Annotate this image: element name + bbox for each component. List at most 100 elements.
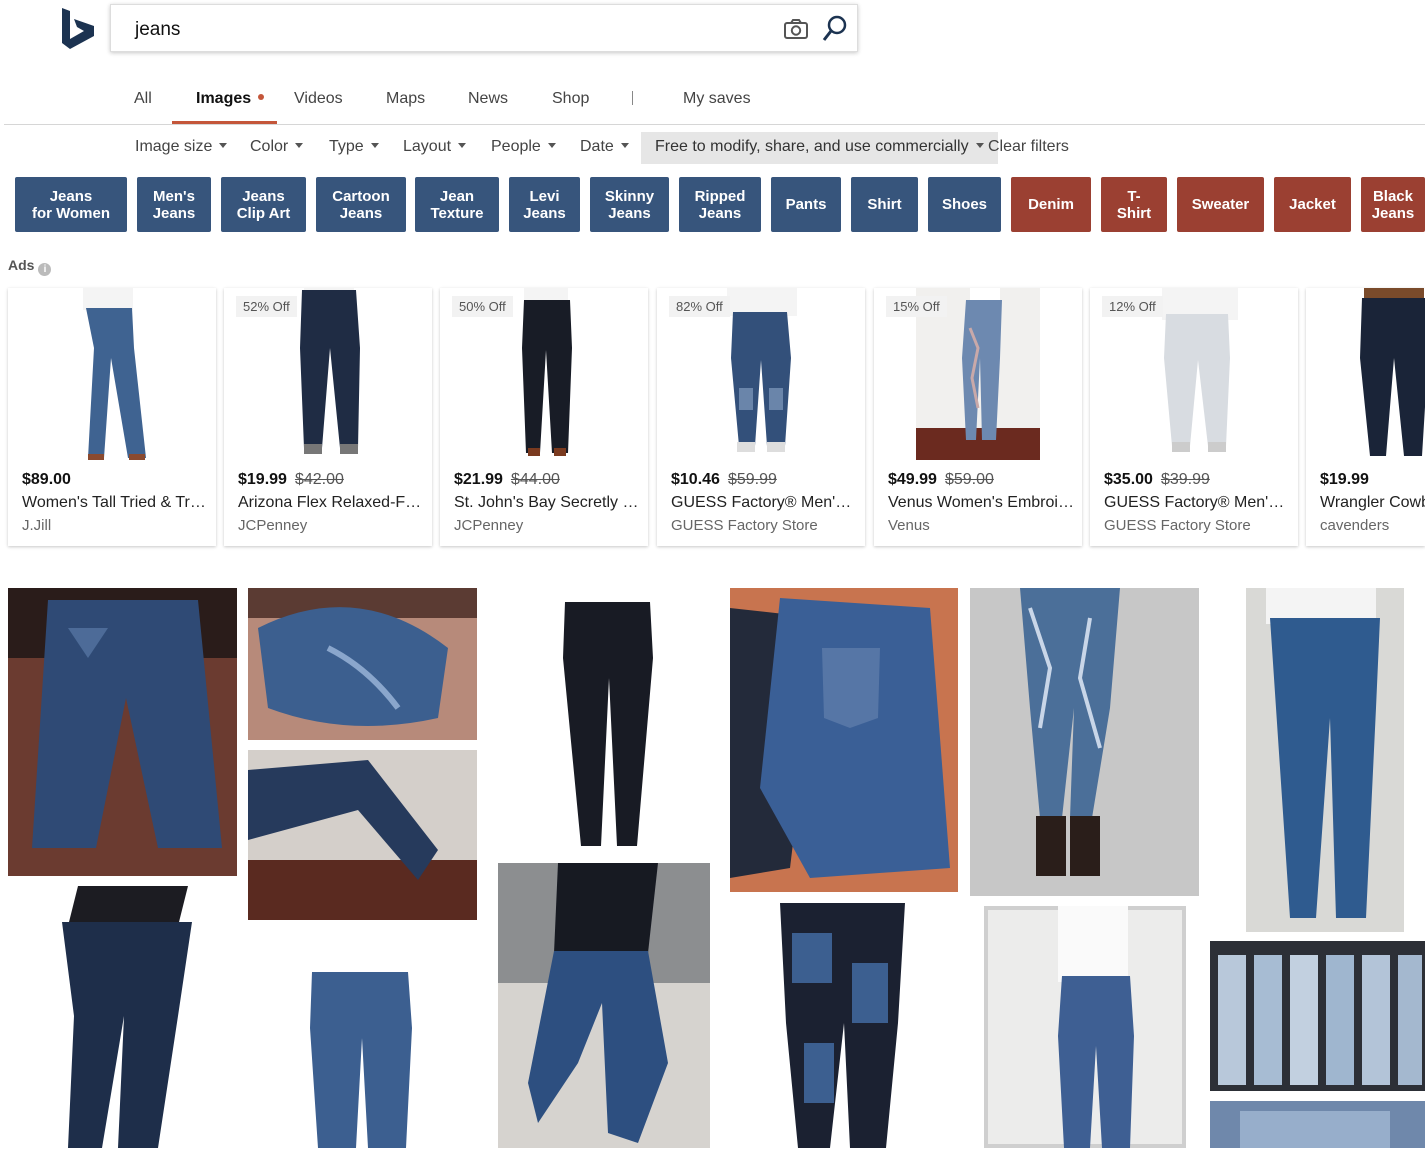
search-icon[interactable] xyxy=(821,14,849,44)
product-image xyxy=(8,288,216,463)
tab-news[interactable]: News xyxy=(468,88,508,124)
product-name: Venus Women's Embroidered Jeans xyxy=(888,494,1074,511)
filter-image-size-label: Image size xyxy=(135,138,213,155)
filter-image-size[interactable]: Image size xyxy=(135,138,228,156)
search-box[interactable]: jeans xyxy=(110,4,858,52)
tab-videos[interactable]: Videos xyxy=(294,88,343,124)
chip-skinny-jeans[interactable]: Skinny Jeans xyxy=(590,177,669,232)
caret-down-icon xyxy=(295,143,304,148)
nav-tabs: All Images Videos Maps News Shop My save… xyxy=(0,88,1425,124)
product-name: GUESS Factory® Men's Jeans xyxy=(1104,494,1290,511)
product-name: GUESS Factory® Men's Jeans xyxy=(671,494,857,511)
product-name: St. John's Bay Secretly Slender Jeans xyxy=(454,494,640,511)
product-card[interactable]: $89.00 Women's Tall Tried & True Straigh… xyxy=(8,288,216,546)
price-current: $19.99 xyxy=(238,471,287,488)
product-price: $19.99 xyxy=(1320,471,1377,489)
related-searches: Jeans for Women Men's Jeans Jeans Clip A… xyxy=(0,177,1425,233)
product-card[interactable]: 12% Off $35.00 $39.99 GUESS Factory® Men'… xyxy=(1090,288,1298,546)
price-original: $59.00 xyxy=(944,471,994,488)
product-card[interactable]: $19.99 Wrangler Cowboy Cut cavenders xyxy=(1306,288,1425,546)
chip-jean-texture[interactable]: Jean Texture xyxy=(415,177,499,232)
product-seller: GUESS Factory Store xyxy=(1104,517,1251,534)
chip-jeans-for-women[interactable]: Jeans for Women xyxy=(15,177,127,232)
price-current: $35.00 xyxy=(1104,471,1153,488)
product-price: $21.99 $44.00 xyxy=(454,471,560,489)
image-result[interactable] xyxy=(248,750,477,920)
image-result[interactable] xyxy=(555,598,660,850)
product-card[interactable]: 50% Off $21.99 $44.00 St. John's Bay Secr… xyxy=(440,288,648,546)
discount-badge: 52% Off xyxy=(236,296,297,317)
filter-layout[interactable]: Layout xyxy=(403,138,467,156)
filter-color-label: Color xyxy=(250,138,289,155)
chip-cartoon-jeans[interactable]: Cartoon Jeans xyxy=(316,177,406,232)
image-result[interactable] xyxy=(304,968,416,1148)
tab-images-label: Images xyxy=(196,90,252,107)
image-result[interactable] xyxy=(8,588,237,876)
discount-badge: 15% Off xyxy=(886,296,947,317)
chip-mens-jeans[interactable]: Men's Jeans xyxy=(137,177,211,232)
tab-images[interactable]: Images xyxy=(171,88,278,124)
product-card[interactable]: 82% Off $10.46 $59.99 GUESS Factory® Men'… xyxy=(657,288,865,546)
product-seller: J.Jill xyxy=(22,517,52,534)
clear-filters-link[interactable]: Clear filters xyxy=(988,138,1069,156)
discount-badge: 12% Off xyxy=(1102,296,1163,317)
image-result[interactable] xyxy=(1246,588,1404,932)
image-result[interactable] xyxy=(1210,941,1425,1091)
chip-denim[interactable]: Denim xyxy=(1011,177,1091,232)
chip-jeans-clip-art[interactable]: Jeans Clip Art xyxy=(221,177,306,232)
tab-all[interactable]: All xyxy=(134,88,152,124)
chip-levi-jeans[interactable]: Levi Jeans xyxy=(509,177,580,232)
chip-pants[interactable]: Pants xyxy=(771,177,841,232)
image-result[interactable] xyxy=(984,906,1186,1148)
caret-down-icon xyxy=(547,143,556,148)
price-original: $42.00 xyxy=(294,471,344,488)
tab-separator xyxy=(632,91,633,105)
filter-layout-label: Layout xyxy=(403,138,452,155)
tab-my-saves[interactable]: My saves xyxy=(683,88,751,124)
caret-down-icon xyxy=(620,143,629,148)
chip-shoes[interactable]: Shoes xyxy=(928,177,1001,232)
product-image xyxy=(1306,288,1425,463)
price-current: $10.46 xyxy=(671,471,720,488)
product-card[interactable]: 15% Off $49.99 $59.00 Venus Women's Embro… xyxy=(874,288,1082,546)
camera-icon[interactable] xyxy=(783,17,809,41)
product-price: $89.00 xyxy=(22,471,79,489)
filter-type[interactable]: Type xyxy=(329,138,379,156)
image-result[interactable] xyxy=(498,863,710,1148)
filter-license[interactable]: Free to modify, share, and use commercia… xyxy=(641,132,998,164)
tab-shop[interactable]: Shop xyxy=(552,88,589,124)
bing-logo[interactable] xyxy=(58,6,98,50)
product-price: $10.46 $59.99 xyxy=(671,471,777,489)
filter-color[interactable]: Color xyxy=(250,138,304,156)
price-current: $19.99 xyxy=(1320,471,1369,488)
filter-people[interactable]: People xyxy=(491,138,556,156)
chip-ripped-jeans[interactable]: Ripped Jeans xyxy=(679,177,761,232)
tab-maps[interactable]: Maps xyxy=(386,88,425,124)
filter-date[interactable]: Date xyxy=(580,138,629,156)
image-result[interactable] xyxy=(248,588,477,740)
notification-dot xyxy=(258,94,265,100)
product-seller: cavenders xyxy=(1320,517,1390,534)
chip-t-shirt[interactable]: T- Shirt xyxy=(1101,177,1167,232)
tabs-divider xyxy=(4,124,1425,125)
product-name: Women's Tall Tried & True Straight-Leg J… xyxy=(22,494,208,511)
search-input[interactable]: jeans xyxy=(135,19,180,41)
product-card[interactable]: 52% Off $19.99 $42.00 Arizona Flex Relaxe… xyxy=(224,288,432,546)
chip-sweater[interactable]: Sweater xyxy=(1177,177,1264,232)
chip-shirt[interactable]: Shirt xyxy=(851,177,918,232)
chip-black-jeans[interactable]: Black Jeans xyxy=(1361,177,1425,232)
product-seller: JCPenney xyxy=(454,517,524,534)
image-result[interactable] xyxy=(8,886,237,1148)
image-result[interactable] xyxy=(730,588,958,892)
product-seller: JCPenney xyxy=(238,517,308,534)
image-result[interactable] xyxy=(970,588,1199,896)
price-original: $59.99 xyxy=(727,471,777,488)
image-result[interactable] xyxy=(1210,1101,1425,1148)
filter-type-label: Type xyxy=(329,138,364,155)
chip-jacket[interactable]: Jacket xyxy=(1274,177,1351,232)
product-name: Wrangler Cowboy Cut xyxy=(1320,494,1425,511)
ads-label-text: Ads xyxy=(8,257,35,273)
info-icon[interactable]: i xyxy=(38,263,52,276)
image-result[interactable] xyxy=(730,903,958,1148)
discount-badge: 82% Off xyxy=(669,296,730,317)
